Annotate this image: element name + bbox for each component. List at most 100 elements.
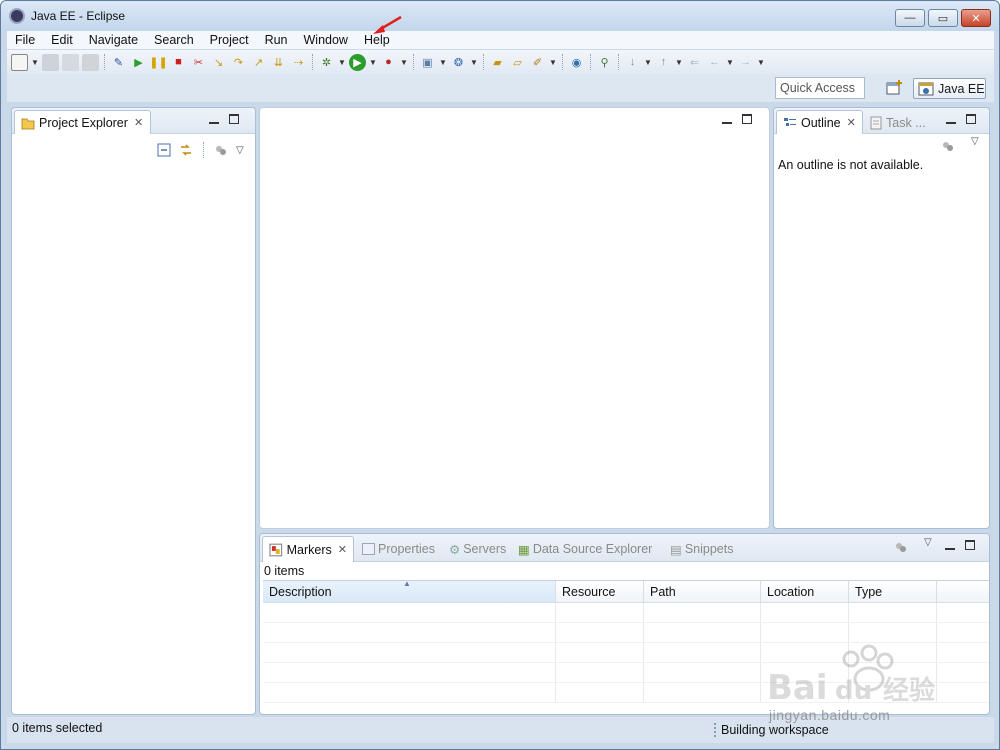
tab-project-explorer[interactable]: Project Explorer ✕ xyxy=(14,110,151,134)
save-icon[interactable] xyxy=(42,53,59,71)
chevron-down-icon[interactable]: ▽ xyxy=(924,537,932,548)
use-step-filters-icon[interactable]: ⇢ xyxy=(290,54,307,71)
new-icon[interactable] xyxy=(11,53,28,71)
svg-text:经验: 经验 xyxy=(883,675,935,706)
toolbar-separator xyxy=(203,142,204,158)
globe-icon[interactable]: ◉ xyxy=(568,54,585,71)
maximize-view-icon[interactable] xyxy=(229,114,239,124)
chevron-down-icon[interactable]: ▼ xyxy=(675,58,683,67)
step-return-icon[interactable]: ↗ xyxy=(250,54,267,71)
column-location[interactable]: Location xyxy=(761,581,849,602)
maximize-view-icon[interactable] xyxy=(966,114,976,124)
tab-properties[interactable]: Properties xyxy=(362,538,435,560)
editor-area[interactable] xyxy=(259,107,770,529)
terminate-icon[interactable]: ■ xyxy=(170,54,187,71)
link-with-editor-icon[interactable] xyxy=(179,143,193,157)
chevron-down-icon[interactable]: ▼ xyxy=(757,58,765,67)
toolbar-separator xyxy=(104,54,105,70)
chevron-down-icon[interactable]: ▼ xyxy=(31,58,39,67)
view-menu-icon[interactable] xyxy=(214,143,228,157)
view-menu-icon[interactable] xyxy=(941,139,955,153)
close-button[interactable]: ✕ xyxy=(961,9,991,27)
chevron-down-icon[interactable]: ▼ xyxy=(470,58,478,67)
minimize-view-icon[interactable] xyxy=(946,114,956,124)
tab-snippets[interactable]: ▤ Snippets xyxy=(670,538,733,560)
skip-breakpoints-icon[interactable]: ✎ xyxy=(110,54,127,71)
step-into-icon[interactable]: ↘ xyxy=(210,54,227,71)
java-ee-perspective-icon xyxy=(918,82,934,95)
column-path[interactable]: Path xyxy=(644,581,761,602)
menu-search[interactable]: Search xyxy=(146,33,202,47)
perspective-label: Java EE xyxy=(938,81,985,96)
open-type-icon[interactable]: ▰ xyxy=(489,54,506,71)
back-icon[interactable]: ← xyxy=(706,54,723,71)
disconnect-icon[interactable]: ✂ xyxy=(190,54,207,71)
column-description[interactable]: ▲ Description xyxy=(263,579,556,602)
resume-icon[interactable]: ▶ xyxy=(130,54,147,71)
forward-icon[interactable]: → xyxy=(737,54,754,71)
minimize-view-icon[interactable] xyxy=(722,114,732,124)
chevron-down-icon[interactable]: ▼ xyxy=(439,58,447,67)
title-bar[interactable]: Java EE - Eclipse — ▭ ✕ xyxy=(1,1,999,31)
menu-window[interactable]: Window xyxy=(296,33,356,47)
chevron-down-icon[interactable]: ▽ xyxy=(236,145,244,156)
suspend-icon[interactable]: ❚❚ xyxy=(149,54,167,71)
close-icon[interactable]: ✕ xyxy=(338,543,347,556)
chevron-down-icon[interactable]: ▼ xyxy=(644,58,652,67)
view-menu-icon[interactable] xyxy=(894,540,908,554)
new-web-service-icon[interactable]: ❂ xyxy=(450,54,467,71)
menu-navigate[interactable]: Navigate xyxy=(81,33,146,47)
save-all-icon[interactable] xyxy=(62,53,79,71)
collapse-all-icon[interactable] xyxy=(157,143,171,157)
external-tools-icon[interactable]: ● xyxy=(380,54,397,71)
menu-help[interactable]: Help xyxy=(356,33,398,47)
maximize-view-icon[interactable] xyxy=(742,114,752,124)
outline-icon xyxy=(784,117,796,126)
chevron-down-icon[interactable]: ▼ xyxy=(369,58,377,67)
open-task-icon[interactable]: ▱ xyxy=(509,54,526,71)
previous-annotation-icon[interactable]: ↑ xyxy=(655,54,672,71)
tab-outline[interactable]: Outline ✕ xyxy=(776,110,863,134)
tab-label: Task ... xyxy=(886,116,926,130)
tab-servers[interactable]: ⚙ Servers xyxy=(449,538,506,560)
svg-text:du: du xyxy=(835,676,872,706)
snippets-icon: ▤ xyxy=(670,542,682,557)
chevron-down-icon[interactable]: ▽ xyxy=(971,136,979,147)
minimize-view-icon[interactable] xyxy=(209,114,219,124)
print-icon[interactable] xyxy=(82,53,99,71)
run-icon[interactable]: ▶ xyxy=(349,53,366,71)
editor-view-controls xyxy=(722,114,752,124)
last-edit-icon[interactable]: ⇐ xyxy=(686,54,703,71)
maximize-view-icon[interactable] xyxy=(965,540,975,550)
tab-data-source-explorer[interactable]: ▦ Data Source Explorer xyxy=(518,538,652,560)
pen-icon[interactable]: ✐ xyxy=(529,54,546,71)
chevron-down-icon[interactable]: ▼ xyxy=(726,58,734,67)
chevron-down-icon[interactable]: ▼ xyxy=(549,58,557,67)
chevron-down-icon[interactable]: ▼ xyxy=(400,58,408,67)
menu-project[interactable]: Project xyxy=(202,33,257,47)
minimize-button[interactable]: — xyxy=(895,9,925,27)
chevron-down-icon[interactable]: ▼ xyxy=(338,58,346,67)
column-type[interactable]: Type xyxy=(849,581,937,602)
project-explorer-toolbar: ▽ xyxy=(157,142,244,158)
svg-text:Bai: Bai xyxy=(767,668,828,708)
perspective-java-ee-button[interactable]: Java EE xyxy=(913,78,986,99)
close-icon[interactable]: ✕ xyxy=(134,116,143,129)
open-perspective-icon[interactable] xyxy=(885,79,903,97)
debug-icon[interactable]: ✲ xyxy=(318,54,335,71)
maximize-button[interactable]: ▭ xyxy=(928,9,958,27)
minimize-view-icon[interactable] xyxy=(945,540,955,550)
drop-to-frame-icon[interactable]: ⇊ xyxy=(270,54,287,71)
menu-file[interactable]: File xyxy=(7,33,43,47)
menu-run[interactable]: Run xyxy=(257,33,296,47)
search-icon[interactable]: ⚲ xyxy=(596,54,613,71)
column-resource[interactable]: Resource xyxy=(556,581,644,602)
new-server-icon[interactable]: ▣ xyxy=(419,54,436,71)
close-icon[interactable]: ✕ xyxy=(847,116,856,129)
menu-edit[interactable]: Edit xyxy=(43,33,81,47)
step-over-icon[interactable]: ↷ xyxy=(230,54,247,71)
tab-markers[interactable]: Markers ✕ xyxy=(262,536,354,562)
next-annotation-icon[interactable]: ↓ xyxy=(624,54,641,71)
tab-task-list[interactable]: Task ... xyxy=(870,112,926,134)
quick-access-input[interactable]: Quick Access xyxy=(775,77,865,99)
